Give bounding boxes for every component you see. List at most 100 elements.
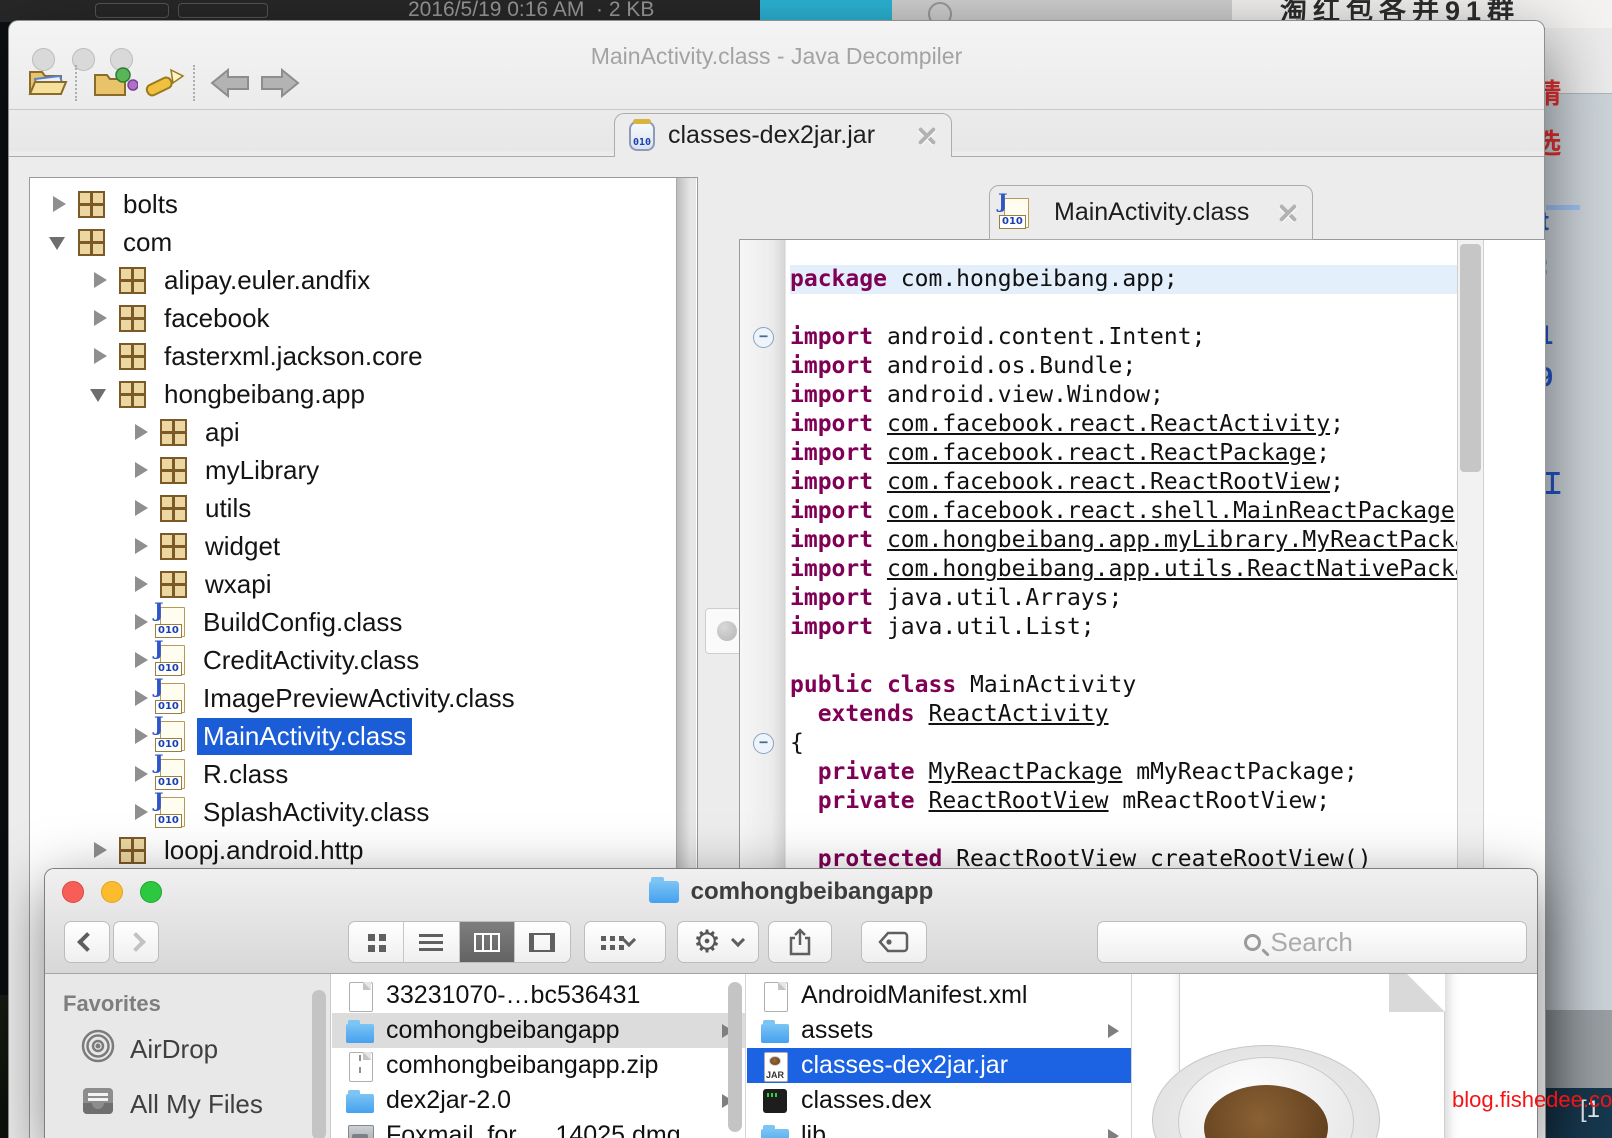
tree-item[interactable]: myLibrary: [30, 451, 675, 489]
expand-arrow-icon[interactable]: [124, 451, 160, 489]
file-item[interactable]: AndroidManifest.xml: [747, 978, 1131, 1013]
code-link[interactable]: MyReactPackage: [929, 759, 1123, 785]
share-button[interactable]: [768, 921, 832, 963]
tree-item-label: bolts: [117, 186, 184, 223]
tree-item[interactable]: hongbeibang.app: [30, 375, 675, 413]
code-line: import com.facebook.react.ReactRootView;: [740, 468, 1457, 497]
background-accent-block: [760, 0, 892, 22]
search-field[interactable]: [1097, 921, 1527, 963]
code-line: private MyReactPackage mMyReactPackage;: [740, 758, 1457, 787]
tree-item[interactable]: api: [30, 413, 675, 451]
tree-item[interactable]: J010ImagePreviewActivity.class: [30, 679, 675, 717]
gear-icon: ⚙: [693, 926, 721, 957]
code-gutter: [740, 613, 790, 642]
document-icon: [761, 981, 789, 1011]
code-link[interactable]: com.facebook.react.ReactPackage: [887, 440, 1316, 466]
sidebar-item-label: AirDrop: [130, 1034, 218, 1065]
code-link[interactable]: com.facebook.react.ReactActivity: [887, 411, 1330, 437]
expand-arrow-icon[interactable]: [124, 413, 160, 451]
file-item[interactable]: classes.dex: [747, 1083, 1131, 1118]
action-menu-button[interactable]: ⚙: [677, 921, 759, 963]
expand-arrow-icon[interactable]: [83, 261, 119, 299]
arrange-button[interactable]: [584, 921, 666, 963]
icon-view-button[interactable]: [349, 922, 404, 962]
back-button[interactable]: [205, 61, 255, 105]
code-link[interactable]: com.hongbeibang.app.myLibrary.MyReactPac…: [887, 527, 1457, 553]
expand-arrow-icon[interactable]: [83, 299, 119, 337]
tree-item[interactable]: alipay.euler.andfix: [30, 261, 675, 299]
tree-item[interactable]: utils: [30, 489, 675, 527]
chevron-right-icon: [126, 932, 146, 952]
file-item-label: 33231070-…bc536431: [386, 981, 640, 1010]
code-gutter: [740, 381, 790, 410]
column-scrollbar-thumb[interactable]: [728, 982, 742, 1132]
tree-item[interactable]: J010R.class: [30, 755, 675, 793]
file-item[interactable]: comhongbeibangapp.zip: [332, 1048, 745, 1083]
tree-item[interactable]: J010MainActivity.class: [30, 717, 675, 755]
file-item[interactable]: comhongbeibangapp: [332, 1013, 745, 1048]
code-link[interactable]: com.facebook.react.ReactRootView: [887, 469, 1330, 495]
tree-item[interactable]: bolts: [30, 185, 675, 223]
expand-arrow-icon[interactable]: [124, 489, 160, 527]
file-item[interactable]: JARclasses-dex2jar.jar: [747, 1048, 1131, 1083]
file-item[interactable]: dex2jar-2.0: [332, 1083, 745, 1118]
tree-item[interactable]: loopj.android.http: [30, 831, 675, 869]
package-icon: [119, 305, 146, 332]
list-view-button[interactable]: [404, 922, 459, 962]
close-tab-icon[interactable]: [917, 126, 937, 146]
file-item[interactable]: 33231070-…bc536431: [332, 978, 745, 1013]
tab-mainactivity-class[interactable]: J010 MainActivity.class: [989, 185, 1313, 240]
file-item[interactable]: assets: [747, 1013, 1131, 1048]
expand-arrow-icon[interactable]: [83, 337, 119, 375]
expand-arrow-icon[interactable]: [42, 185, 78, 223]
tree-item[interactable]: J010CreditActivity.class: [30, 641, 675, 679]
code-scrollbar-thumb[interactable]: [1460, 244, 1481, 472]
code-link[interactable]: ReactRootView: [929, 788, 1109, 814]
open-type-button[interactable]: [89, 61, 141, 105]
code-line: [740, 294, 1457, 323]
tree-item[interactable]: J010SplashActivity.class: [30, 793, 675, 831]
chevron-left-icon: [77, 932, 97, 952]
toolbar-divider: [9, 109, 1544, 110]
code-link[interactable]: com.hongbeibang.app.utils.ReactNativePac…: [887, 556, 1457, 582]
search-button[interactable]: [141, 61, 189, 105]
collapse-arrow-icon[interactable]: [83, 375, 119, 413]
tree-item[interactable]: wxapi: [30, 565, 675, 603]
class-icon: J010: [160, 645, 185, 675]
fold-icon[interactable]: [740, 323, 790, 352]
tree-item[interactable]: facebook: [30, 299, 675, 337]
forward-button[interactable]: [255, 61, 305, 105]
file-item[interactable]: Foxmail_for_…14025.dmg: [332, 1118, 745, 1138]
chevron-right-icon: [1108, 1024, 1119, 1038]
fold-icon[interactable]: [740, 729, 790, 758]
tree-item[interactable]: fasterxml.jackson.core: [30, 337, 675, 375]
tree-item[interactable]: widget: [30, 527, 675, 565]
tree-item-label: facebook: [158, 300, 276, 337]
search-input[interactable]: [1271, 927, 1381, 958]
back-button[interactable]: [64, 921, 110, 963]
tree-item[interactable]: com: [30, 223, 675, 261]
expand-arrow-icon[interactable]: [124, 527, 160, 565]
sidebar-item-airdrop[interactable]: AirDrop: [45, 1022, 330, 1077]
finder-preview-column: [1133, 974, 1537, 1138]
expand-arrow-icon[interactable]: [83, 831, 119, 869]
code-gutter: [740, 468, 790, 497]
file-item[interactable]: lib: [747, 1118, 1131, 1138]
code-link[interactable]: com.facebook.react.shell.MainReactPackag…: [887, 498, 1455, 524]
tab-classes-dex2jar[interactable]: classes-dex2jar.jar: [614, 113, 952, 157]
collapse-arrow-icon[interactable]: [42, 223, 78, 261]
open-file-button[interactable]: [23, 61, 73, 105]
sidebar-item-all-my-files[interactable]: All My Files: [45, 1077, 330, 1132]
sidebar-scrollbar-thumb[interactable]: [312, 990, 326, 1138]
toolbar-separator: [193, 65, 195, 101]
file-item-label: classes.dex: [801, 1086, 932, 1115]
all-my-files-icon: [81, 1086, 115, 1116]
tag-button[interactable]: [861, 921, 927, 963]
coverflow-view-button[interactable]: [515, 922, 570, 962]
code-link[interactable]: ReactActivity: [929, 701, 1109, 727]
tree-item[interactable]: J010BuildConfig.class: [30, 603, 675, 641]
column-view-button[interactable]: [460, 922, 515, 962]
close-tab-icon[interactable]: [1278, 203, 1298, 223]
forward-button[interactable]: [113, 921, 159, 963]
jar-icon: JAR: [761, 1051, 789, 1081]
